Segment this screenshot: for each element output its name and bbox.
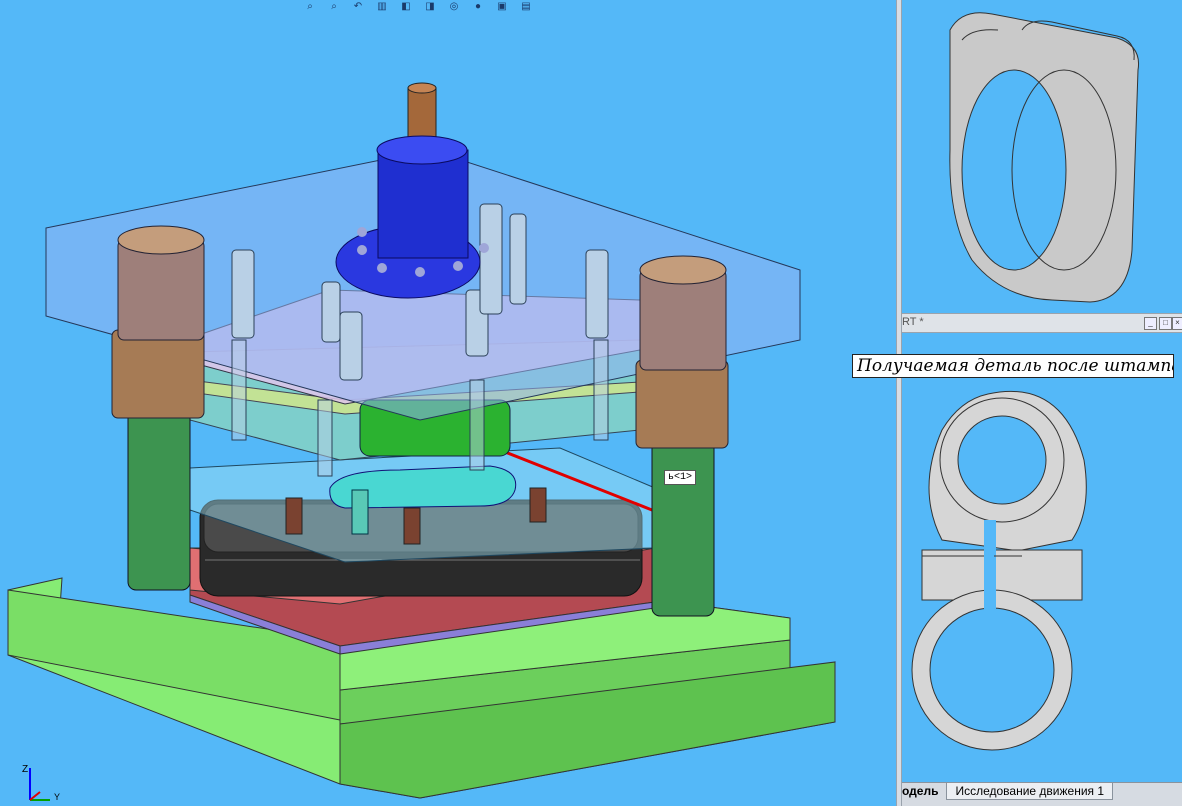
right-pane: RT * _ □ × одель Исследование движения 1 [902,0,1182,806]
bottom-tab-bar: одель Исследование движения 1 [902,782,1182,806]
heads-up-toolbar: ⌕ ⌕ ↶ ▥ ◧ ◨ ◎ ● ▣ ▤ [300,0,536,14]
close-button[interactable]: × [1172,317,1182,330]
part-front-view[interactable] [902,380,1182,780]
view-settings-icon[interactable]: ▤ [516,0,536,12]
part-caption: Получаемая деталь после штампа [852,354,1174,378]
hide-show-items-icon[interactable]: ◎ [444,0,464,12]
main-graphics-viewport[interactable]: ⌕ ⌕ ↶ ▥ ◧ ◨ ◎ ● ▣ ▤ ь<1> Z Y [0,0,896,806]
guide-pillar-left [111,225,205,591]
second-window-title: RT * [902,316,924,328]
section-view-icon[interactable]: ▥ [372,0,392,12]
second-window-titlebar: RT * _ □ × [902,313,1182,333]
tab-motion-study[interactable]: Исследование движения 1 [946,783,1114,800]
reference-triad: Z Y [22,764,60,802]
minimize-button[interactable]: _ [1144,317,1157,330]
view-orientation-icon[interactable]: ◧ [396,0,416,12]
display-style-icon[interactable]: ◨ [420,0,440,12]
apply-scene-icon[interactable]: ▣ [492,0,512,12]
previous-view-icon[interactable]: ↶ [348,0,368,12]
restore-button[interactable]: □ [1159,317,1172,330]
tab-model[interactable]: одель [902,783,946,799]
triad-y-label: Y [54,792,60,802]
edit-appearance-icon[interactable]: ● [468,0,488,12]
triad-z-label: Z [22,764,28,775]
die-assembly-model[interactable] [0,0,896,806]
zoom-area-icon[interactable]: ⌕ [324,0,344,12]
zoom-to-fit-icon[interactable]: ⌕ [300,0,320,12]
part-isometric-view[interactable] [902,0,1182,310]
component-callout: ь<1> [664,470,697,485]
